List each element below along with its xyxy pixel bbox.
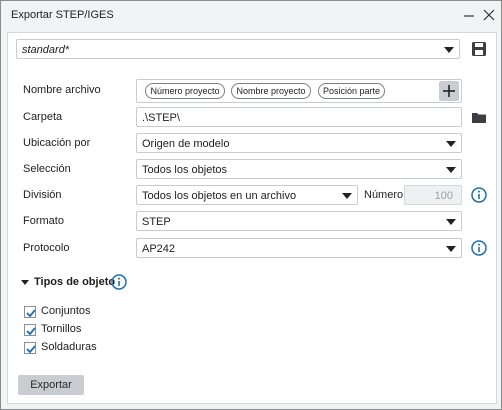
plus-icon [443, 85, 455, 97]
title-bar: Exportar STEP/IGES [1, 1, 501, 31]
save-preset-button[interactable] [470, 40, 488, 58]
export-dialog: Exportar STEP/IGES standard* Nombre arch… [0, 0, 502, 410]
export-button[interactable]: Exportar [18, 375, 84, 395]
window-title: Exportar STEP/IGES [11, 9, 114, 21]
number-input: 100 [404, 185, 462, 205]
chevron-down-icon [446, 167, 456, 173]
preset-value: standard* [22, 44, 70, 56]
division-select[interactable]: Todos los objetos en un archivo [136, 185, 358, 205]
chevron-down-icon [444, 47, 454, 53]
checkbox-bolts[interactable] [24, 324, 36, 336]
check-icon [26, 327, 36, 336]
protocol-value: AP242 [142, 243, 176, 255]
selection-value: Todos los objetos [142, 164, 227, 176]
number-value: 100 [434, 190, 453, 202]
add-token-button[interactable] [439, 81, 459, 101]
folder-label: Carpeta [23, 111, 63, 123]
protocol-select[interactable]: AP242 [136, 238, 462, 258]
checkbox-assemblies[interactable] [24, 306, 36, 318]
filename-label: Nombre archivo [23, 84, 101, 96]
minimize-icon[interactable] [461, 7, 477, 23]
object-types-title[interactable]: Tipos de objeto [34, 276, 115, 288]
folder-input[interactable]: .\STEP\ [136, 107, 462, 127]
chip-project-name[interactable]: Nombre proyecto [231, 83, 311, 99]
format-select[interactable]: STEP [136, 211, 462, 231]
preset-select[interactable]: standard* [16, 39, 460, 59]
folder-icon [472, 113, 486, 123]
browse-folder-button[interactable] [470, 108, 488, 126]
collapse-caret-icon[interactable] [21, 280, 29, 285]
chevron-down-icon [342, 193, 352, 199]
location-select[interactable]: Origen de modelo [136, 133, 462, 153]
checkbox-label: Conjuntos [41, 305, 91, 317]
filename-builder[interactable]: Número proyecto Nombre proyecto Posición… [136, 79, 462, 103]
chevron-down-icon [446, 219, 456, 225]
division-label: División [23, 189, 62, 201]
chip-part-position[interactable]: Posición parte [318, 83, 385, 99]
checkbox-label: Soldaduras [41, 341, 97, 353]
save-icon [472, 42, 486, 56]
chevron-down-icon [446, 246, 456, 252]
info-icon[interactable] [471, 240, 487, 256]
info-icon[interactable] [471, 187, 487, 203]
checkbox-welds[interactable] [24, 342, 36, 354]
chevron-down-icon [446, 141, 456, 147]
check-icon [26, 309, 36, 318]
location-label: Ubicación por [23, 137, 91, 149]
folder-value: .\STEP\ [142, 112, 180, 124]
protocol-label: Protocolo [23, 242, 70, 254]
selection-label: Selección [23, 163, 71, 175]
format-value: STEP [142, 216, 171, 228]
dialog-content: standard* Nombre archivo Número proyecto… [7, 32, 497, 404]
chip-project-number[interactable]: Número proyecto [145, 83, 225, 99]
selection-select[interactable]: Todos los objetos [136, 159, 462, 179]
close-icon[interactable] [481, 7, 497, 23]
format-label: Formato [23, 215, 64, 227]
location-value: Origen de modelo [142, 138, 230, 150]
division-value: Todos los objetos en un archivo [142, 190, 297, 202]
check-icon [26, 345, 36, 354]
info-icon[interactable] [111, 274, 127, 290]
checkbox-label: Tornillos [41, 323, 82, 335]
number-label: Número [364, 189, 404, 201]
